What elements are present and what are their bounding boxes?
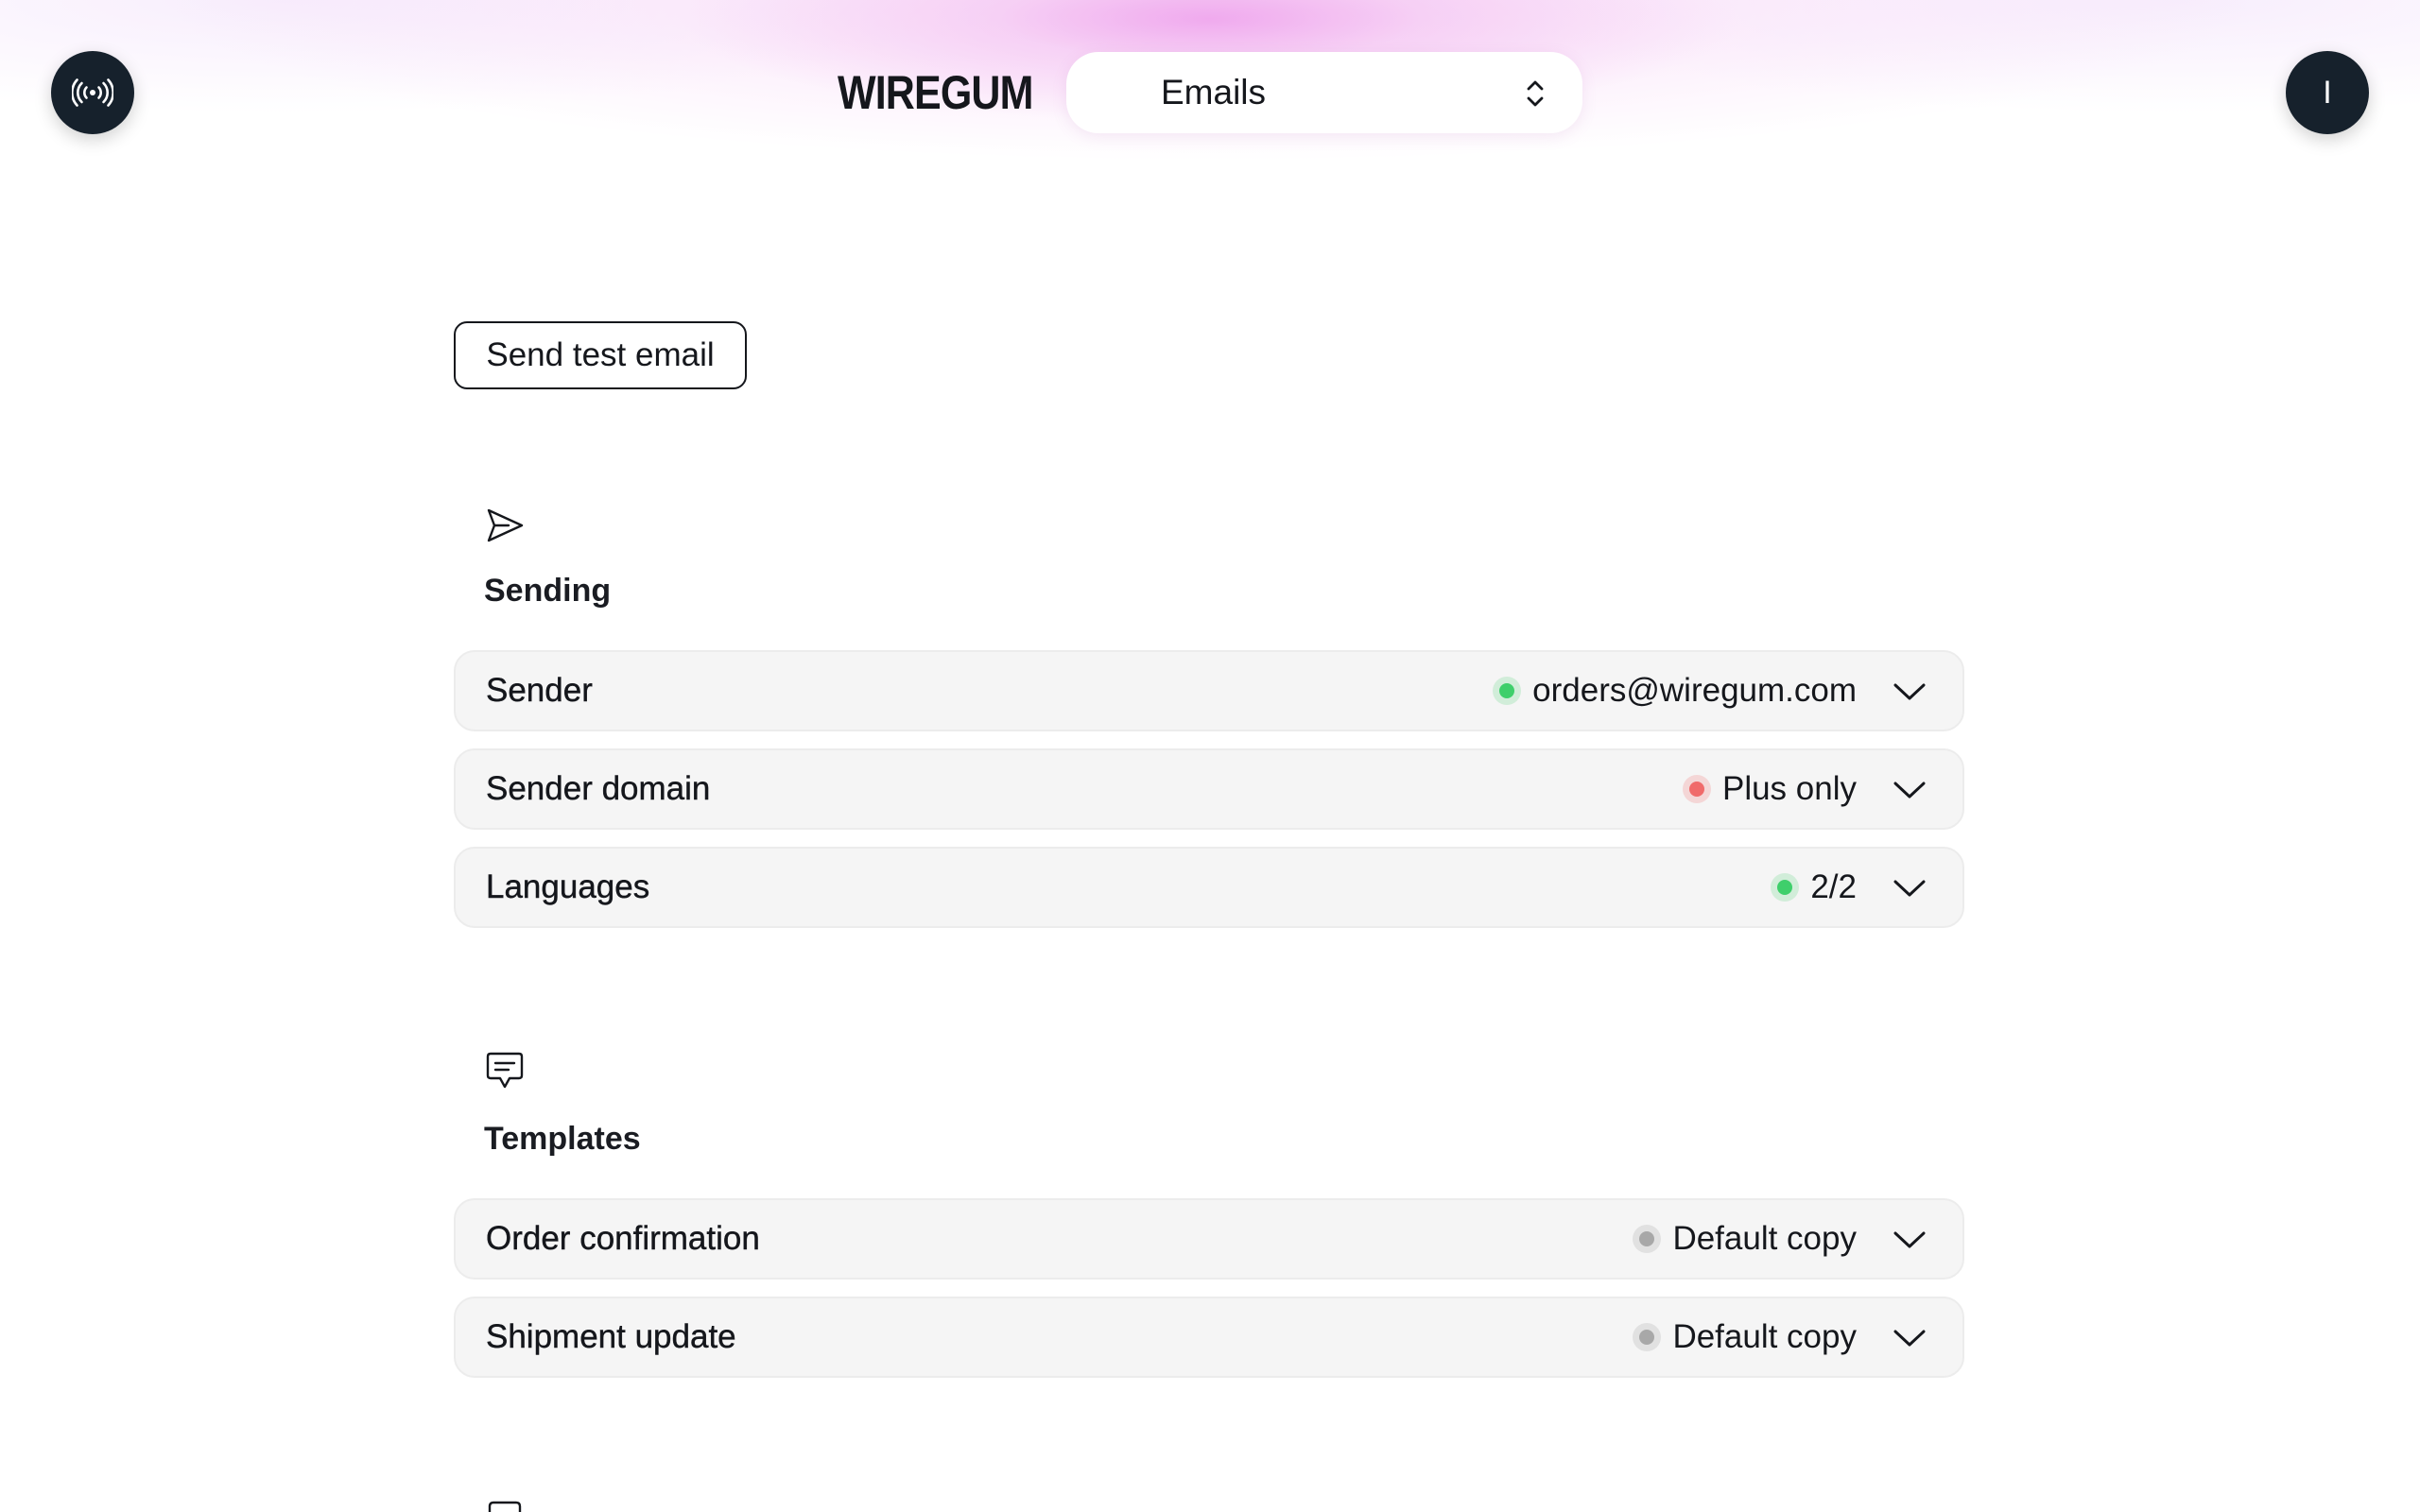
status-dot-red bbox=[1682, 775, 1711, 803]
header-glow bbox=[0, 0, 2420, 302]
row-value: Default copy bbox=[1672, 1220, 1857, 1257]
row-label: Languages bbox=[486, 868, 650, 905]
chevron-down-icon bbox=[1893, 1231, 1926, 1248]
chat-bubble-icon bbox=[486, 1052, 524, 1089]
chevron-down-icon bbox=[1893, 880, 1926, 897]
row-order-confirmation[interactable]: Order confirmation Default copy bbox=[454, 1198, 1964, 1280]
section-title-sending: Sending bbox=[484, 573, 612, 609]
paper-plane-icon bbox=[487, 508, 524, 542]
status-dot-green bbox=[1493, 677, 1522, 705]
chevron-down-icon bbox=[1893, 1330, 1926, 1347]
row-value: Default copy bbox=[1672, 1318, 1857, 1355]
app-logo: WIREGUM bbox=[838, 66, 1033, 119]
status-dot-green bbox=[1771, 873, 1800, 902]
row-label: Sender domain bbox=[486, 770, 711, 807]
next-section-icon bbox=[488, 1501, 522, 1512]
row-value: 2/2 bbox=[1810, 868, 1857, 905]
row-label: Order confirmation bbox=[486, 1220, 760, 1257]
row-sender-domain[interactable]: Sender domain Plus only bbox=[454, 748, 1964, 830]
selector-label: Emails bbox=[1161, 73, 1267, 112]
status-dot-gray bbox=[1633, 1323, 1662, 1351]
user-avatar-button[interactable]: I bbox=[2286, 51, 2369, 134]
section-title-templates: Templates bbox=[484, 1121, 641, 1157]
send-test-email-button[interactable]: Send test email bbox=[454, 321, 747, 389]
section-selector[interactable]: Emails bbox=[1066, 52, 1582, 133]
status-dot-gray bbox=[1633, 1225, 1662, 1253]
row-label: Sender bbox=[486, 672, 593, 709]
up-down-chevron-icon bbox=[1527, 80, 1544, 107]
row-shipment-update[interactable]: Shipment update Default copy bbox=[454, 1297, 1964, 1378]
row-value: orders@wiregum.com bbox=[1532, 672, 1857, 709]
row-label: Shipment update bbox=[486, 1318, 736, 1355]
chevron-down-icon bbox=[1893, 782, 1926, 799]
broadcast-button[interactable] bbox=[51, 51, 134, 134]
row-sender[interactable]: Sender orders@wiregum.com bbox=[454, 650, 1964, 731]
avatar-initial: I bbox=[2323, 74, 2332, 111]
row-languages[interactable]: Languages 2/2 bbox=[454, 847, 1964, 928]
row-value: Plus only bbox=[1721, 770, 1857, 807]
chevron-down-icon bbox=[1893, 683, 1926, 700]
broadcast-icon bbox=[72, 78, 113, 107]
